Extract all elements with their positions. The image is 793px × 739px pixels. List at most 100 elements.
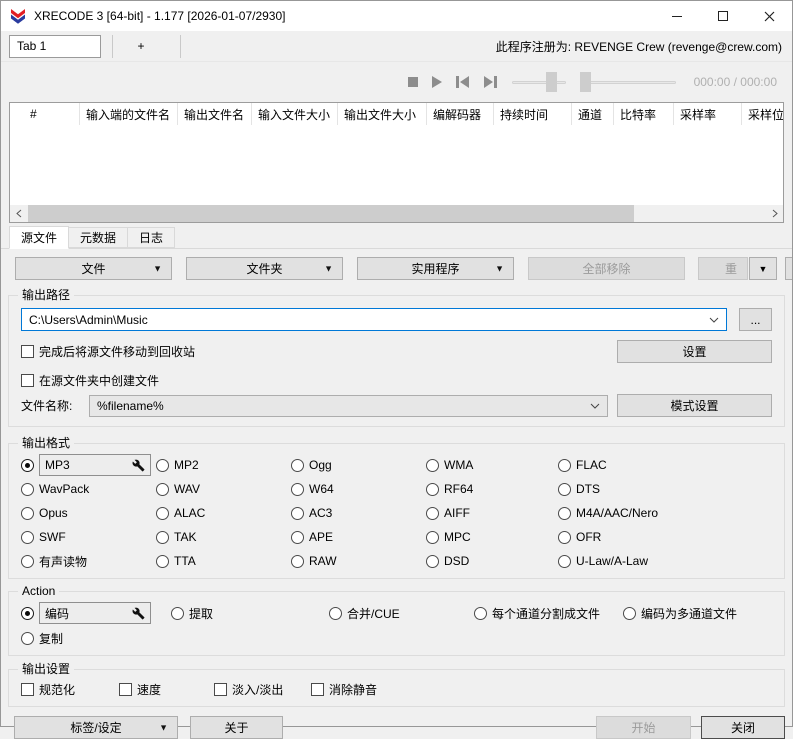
pattern-settings-button[interactable]: 模式设置 [617,394,772,417]
radio-icon [21,530,34,544]
remove-silence-checkbox[interactable]: 消除静音 [311,681,377,698]
action-radio-merge-cue[interactable]: 合并/CUE [329,605,400,622]
column-header-samplerate[interactable]: 采样率 [674,103,742,125]
seek-slider-thumb[interactable] [579,72,591,92]
format-radio-aiff[interactable]: AIFF [426,506,470,520]
clipped-dropdown-button[interactable]: ▼ [749,257,777,280]
action-radio-split-channels[interactable]: 每个通道分割成文件 [474,605,600,622]
speed-checkbox[interactable]: 速度 [119,681,161,698]
format-radio-ofr[interactable]: OFR [558,530,601,544]
scrollbar-track[interactable] [27,205,766,222]
utilities-menu-button[interactable]: 实用程序 ▼ [357,257,514,280]
tab-metadata[interactable]: 元数据 [68,227,129,248]
column-header-output-size[interactable]: 输出文件大小 [338,103,427,125]
file-menu-button[interactable]: 文件 ▼ [15,257,172,280]
add-tab-button[interactable]: + [113,35,169,58]
browse-button[interactable]: ... [739,308,772,331]
output-settings-grid: 规范化 速度 淡入/淡出 消除静音 [21,680,772,698]
previous-button[interactable] [455,76,470,88]
format-radio-swf[interactable]: SWF [21,530,66,544]
format-radio-flac[interactable]: FLAC [558,458,607,472]
format-radio-ac3[interactable]: AC3 [291,506,332,520]
tab-source-files[interactable]: 源文件 [9,226,70,249]
maximize-button[interactable] [700,1,746,31]
tab-1[interactable]: Tab 1 [9,34,101,58]
format-radio-mp3[interactable]: MP3 [21,454,151,476]
action-radio-multichannel[interactable]: 编码为多通道文件 [623,605,737,622]
dropdown-arrow-icon: ▼ [758,263,768,274]
column-header-samplebits[interactable]: 采样位数 [742,103,783,125]
format-label: FLAC [576,458,607,472]
dropdown-arrow-icon: ▼ [495,262,504,273]
mp3-options-box[interactable]: MP3 [39,454,151,476]
format-radio-mp2[interactable]: MP2 [156,458,199,472]
encode-options-box[interactable]: 编码 [39,602,151,624]
filename-pattern-combobox[interactable]: %filename% [89,394,608,417]
column-header-duration[interactable]: 持续时间 [494,103,572,125]
format-radio-ogg[interactable]: Ogg [291,458,332,472]
format-radio-wavpack[interactable]: WavPack [21,482,89,496]
radio-icon [171,606,184,620]
action-radio-extract[interactable]: 提取 [171,605,213,622]
file-list-body[interactable] [10,125,783,205]
format-radio-ape[interactable]: APE [291,530,333,544]
radio-icon [426,554,439,568]
radio-icon [291,482,304,496]
format-radio-w64[interactable]: W64 [291,482,334,496]
format-radio-tta[interactable]: TTA [156,554,196,568]
horizontal-scrollbar[interactable] [10,205,783,222]
wrench-icon[interactable] [132,607,145,620]
column-header-index[interactable]: # [10,103,80,125]
format-radio-alac[interactable]: ALAC [156,506,205,520]
scroll-right-button[interactable] [766,205,783,222]
tab-log[interactable]: 日志 [127,227,176,248]
minimize-button[interactable] [654,1,700,31]
registration-text: 此程序注册为: REVENGE Crew (revenge@crew.com) [495,39,782,54]
tags-settings-button[interactable]: 标签/设定 ▼ [14,716,178,739]
format-radio-audiobook[interactable]: 有声读物 [21,553,87,570]
close-app-button[interactable]: 关闭 [701,716,785,739]
scroll-left-button[interactable] [10,205,27,222]
format-radio-ulaw[interactable]: U-Law/A-Law [558,554,648,568]
format-radio-dsd[interactable]: DSD [426,554,469,568]
format-radio-tak[interactable]: TAK [156,530,196,544]
column-header-codec[interactable]: 编解码器 [427,103,494,125]
stop-button[interactable] [407,77,418,87]
format-radio-dts[interactable]: DTS [558,482,600,496]
move-to-recycle-checkbox[interactable]: 完成后将源文件移动到回收站 [21,343,195,360]
format-label-mp3: MP3 [45,458,70,472]
action-radio-copy[interactable]: 复制 [21,630,63,647]
column-header-channels[interactable]: 通道 [572,103,614,125]
folder-menu-button[interactable]: 文件夹 ▼ [186,257,343,280]
column-header-bitrate[interactable]: 比特率 [614,103,674,125]
scrollbar-thumb[interactable] [28,205,634,222]
normalize-checkbox[interactable]: 规范化 [21,681,75,698]
column-header-input-size[interactable]: 输入文件大小 [252,103,338,125]
volume-slider[interactable] [511,72,566,92]
pattern-settings-label: 模式设置 [670,399,719,413]
radio-icon [21,458,34,472]
close-button[interactable] [746,1,792,31]
format-radio-rf64[interactable]: RF64 [426,482,473,496]
format-radio-m4a[interactable]: M4A/AAC/Nero [558,506,658,520]
column-header-input-filename[interactable]: 输入端的文件名 [80,103,178,125]
column-header-output-filename[interactable]: 输出文件名 [178,103,252,125]
settings-button[interactable]: 设置 [617,340,772,363]
about-button[interactable]: 关于 [190,716,283,739]
format-radio-wav[interactable]: WAV [156,482,200,496]
format-radio-raw[interactable]: RAW [291,554,337,568]
tab-log-label: 日志 [139,231,164,245]
next-button[interactable] [483,76,498,88]
speed-label: 速度 [137,682,162,697]
wrench-icon[interactable] [132,459,145,472]
format-radio-opus[interactable]: Opus [21,506,68,520]
fade-checkbox[interactable]: 淡入/淡出 [214,681,283,698]
format-radio-wma[interactable]: WMA [426,458,473,472]
action-radio-encode[interactable]: 编码 [21,602,151,624]
play-button[interactable] [431,76,442,88]
volume-slider-thumb[interactable] [545,72,557,92]
output-path-combobox[interactable]: C:\Users\Admin\Music [21,308,727,331]
create-in-source-checkbox[interactable]: 在源文件夹中创建文件 [21,372,159,389]
seek-slider[interactable] [579,72,676,92]
format-radio-mpc[interactable]: MPC [426,530,471,544]
